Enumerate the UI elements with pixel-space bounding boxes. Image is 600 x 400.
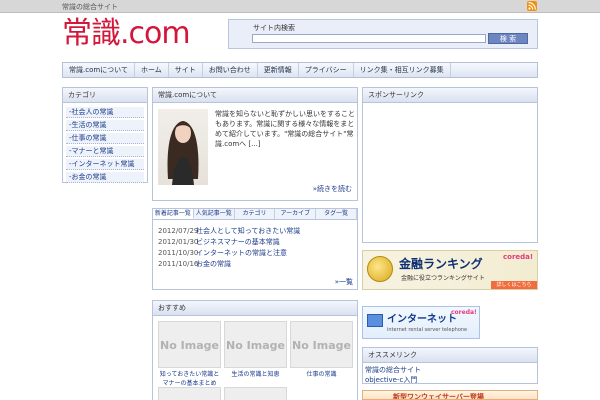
post-link[interactable]: 社会人として知っておきたい常識 [196, 227, 300, 235]
top-bar: 常識の総合サイト [0, 0, 600, 13]
category-item[interactable]: -お金の常識 [66, 172, 144, 183]
about-text: 常識を知らないと恥ずかしい思いをすることもあります。常識に関する様々な情報をまと… [215, 110, 355, 148]
about-more-link[interactable]: »続きを読む [313, 184, 352, 194]
banner-title: インターネット [387, 314, 457, 325]
internet-ranking-banner[interactable]: インターネット coreda! internet rental server t… [362, 306, 480, 339]
featured-panel: おすすめ No Image No Image No Image 知っておきたい常… [152, 300, 358, 400]
rss-icon[interactable] [527, 1, 537, 11]
nav-item-contact[interactable]: お問い合わせ [203, 63, 258, 77]
banner-subtitle: 金融に役立つランキングサイト [401, 275, 485, 282]
tab-popular-posts[interactable]: 人気記事一覧 [193, 209, 235, 219]
tab-categories[interactable]: カテゴリ [234, 209, 276, 219]
post-date: 2012/07/29 [158, 227, 199, 235]
category-panel-title: カテゴリ [63, 88, 147, 103]
post-date: 2012/01/30 [158, 238, 199, 246]
banner-cta-button[interactable]: 詳しくはこちら [491, 281, 537, 289]
about-panel: 常識.comについて 常識を知らないと恥ずかしい思いをすることもあります。常識に… [152, 87, 358, 201]
computer-icon [367, 314, 383, 327]
category-panel: カテゴリ -社会人の常識 -生活の常識 -仕事の常識 -マナーと常識 -インター… [62, 87, 148, 183]
search-box: サイト内検索 検 索 [228, 19, 538, 49]
list-item: 2011/10/30インターネットの常識と注意 [158, 248, 352, 259]
sponsor-panel: スポンサーリンク [362, 87, 538, 243]
category-item[interactable]: -インターネット常識 [66, 159, 144, 170]
nav-item-site[interactable]: サイト [169, 63, 203, 77]
nav-item-updates[interactable]: 更新情報 [258, 63, 299, 77]
links-panel: オススメリンク 常識の総合サイト objective-c入門 [362, 347, 538, 384]
list-item: 2012/07/29社会人として知っておきたい常識 [158, 226, 352, 237]
post-date: 2011/10/30 [158, 249, 199, 257]
featured-caption[interactable]: 仕事の常識 [290, 370, 353, 379]
list-item: 2011/10/16お金の常識 [158, 259, 352, 270]
post-list: 2012/07/29社会人として知っておきたい常識 2012/01/30ビジネス… [153, 220, 357, 270]
search-button[interactable]: 検 索 [488, 33, 528, 44]
nav-item-links[interactable]: リンク集・相互リンク募集 [354, 63, 451, 77]
search-input[interactable] [252, 34, 486, 43]
post-link[interactable]: インターネットの常識と注意 [196, 249, 287, 257]
tab-tags[interactable]: タグ一覧 [316, 209, 357, 219]
banner-text: 新型ワンウェイサーバー登場 [393, 393, 484, 400]
thumbnail-placeholder[interactable]: No Image [290, 321, 353, 368]
site-logo[interactable]: 常識.com [62, 14, 191, 54]
post-link[interactable]: ビジネスマナーの基本常識 [196, 238, 280, 246]
posts-tabs: 新着記事一覧 人気記事一覧 カテゴリ アーカイブ タグ一覧 [153, 209, 357, 220]
tab-archive[interactable]: アーカイブ [275, 209, 317, 219]
site-tagline: 常識の総合サイト [62, 3, 118, 11]
links-panel-title: オススメリンク [363, 348, 537, 363]
about-panel-title: 常識.comについて [153, 88, 357, 103]
server-banner[interactable]: 新型ワンウェイサーバー登場 [362, 390, 538, 400]
category-item[interactable]: -マナーと常識 [66, 146, 144, 157]
nav-item-about[interactable]: 常識.comについて [63, 63, 135, 77]
featured-panel-title: おすすめ [153, 301, 357, 316]
banner-brand: coreda! [503, 253, 534, 261]
thumbnail-placeholder[interactable]: No Image [224, 321, 287, 368]
post-date: 2011/10/16 [158, 260, 199, 268]
finance-ranking-banner[interactable]: 金融ランキング 金融に役立つランキングサイト coreda! 詳しくはこちら [362, 250, 538, 290]
sponsor-panel-title: スポンサーリンク [363, 88, 537, 103]
thumbnail-placeholder [158, 387, 221, 400]
banner-title: 金融ランキング [399, 257, 483, 271]
posts-more-link[interactable]: »一覧 [335, 277, 353, 287]
nav-item-home[interactable]: ホーム [135, 63, 169, 77]
posts-panel: 新着記事一覧 人気記事一覧 カテゴリ アーカイブ タグ一覧 2012/07/29… [152, 208, 358, 290]
thumbnail-placeholder [224, 387, 287, 400]
thumbnail-placeholder[interactable]: No Image [158, 321, 221, 368]
category-item[interactable]: -仕事の常識 [66, 133, 144, 144]
search-label: サイト内検索 [253, 24, 295, 32]
featured-caption[interactable]: 生活の常識と知恵 [224, 370, 287, 379]
tab-new-posts[interactable]: 新着記事一覧 [153, 209, 194, 219]
nav-item-privacy[interactable]: プライバシー [299, 63, 354, 77]
link-item[interactable]: 常識の総合サイト [365, 365, 535, 375]
banner-tags: internet rental server telephone [387, 327, 468, 333]
post-link[interactable]: お金の常識 [196, 260, 231, 268]
category-item[interactable]: -社会人の常識 [66, 107, 144, 118]
banner-brand: coreda! [451, 309, 477, 316]
coin-icon [367, 256, 393, 282]
featured-caption[interactable]: 知っておきたい常識とマナーの基本まとめ [158, 370, 221, 388]
category-item[interactable]: -生活の常識 [66, 120, 144, 131]
list-item: 2012/01/30ビジネスマナーの基本常識 [158, 237, 352, 248]
global-nav: 常識.comについて ホーム サイト お問い合わせ 更新情報 プライバシー リン… [62, 62, 538, 78]
link-item[interactable]: objective-c入門 [365, 375, 535, 385]
profile-photo [158, 109, 208, 185]
